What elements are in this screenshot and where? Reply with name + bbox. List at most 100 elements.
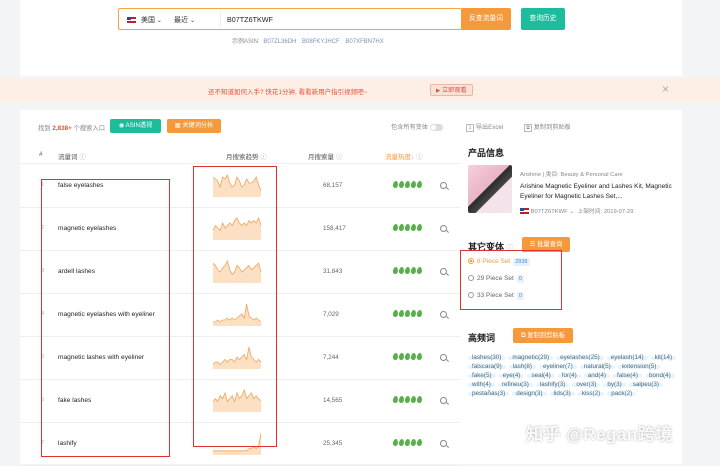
product-thumbnail[interactable]	[468, 165, 512, 213]
search-icon[interactable]	[440, 397, 447, 404]
heat-leaves	[392, 395, 423, 405]
watch-now-button[interactable]: ▶ 立即观看	[430, 84, 473, 96]
copy-freq-label: 复制到剪贴板	[527, 332, 566, 339]
help-icon: ⓘ	[335, 154, 343, 161]
col-keyword-label: 流量词	[58, 154, 78, 161]
freq-tag[interactable]: magnetic(29)	[508, 354, 554, 361]
search-bar: 美国 ⌄ 最近 ⌄ B07TZ6TKWF	[118, 8, 462, 30]
freq-tag[interactable]: fake(5)	[468, 372, 496, 379]
product-panel: ⇩ 导出Excel ⧉ 复制到剪贴板 产品信息 Arishine | 类目: B…	[460, 110, 682, 464]
search-icon[interactable]	[440, 182, 447, 189]
export-excel-button[interactable]: ⇩ 导出Excel	[466, 122, 503, 132]
search-icon[interactable]	[440, 440, 447, 447]
example-asin-link[interactable]: B08FKYJHCF	[302, 39, 340, 45]
leaf-icon	[416, 223, 423, 232]
include-variants-toggle[interactable]: 包含所有变体	[391, 122, 443, 131]
freq-tag[interactable]: pack(2)	[607, 390, 637, 397]
chevron-down-icon: ⌄	[189, 18, 195, 24]
heat-leaves	[392, 180, 423, 190]
freq-tag[interactable]: for(4)	[557, 372, 581, 379]
freq-tag[interactable]: lashes(30)	[468, 354, 506, 361]
col-heat[interactable]: 流量热度↓ ⓘ	[385, 151, 423, 161]
freq-tag[interactable]: false(4)	[612, 372, 642, 379]
sort-select[interactable]: 最近 ⌄	[174, 15, 195, 25]
search-icon[interactable]	[440, 354, 447, 361]
search-icon[interactable]	[440, 311, 447, 318]
highlight-box-keywords	[41, 179, 170, 457]
freq-tag[interactable]: falscara(9)	[468, 363, 506, 370]
freq-tag[interactable]: bond(4)	[644, 372, 675, 379]
copy-icon: ⧉	[520, 332, 526, 339]
freq-tag[interactable]: design(3)	[512, 390, 547, 397]
example-asins: 示例ASIN: B07ZL36DH B08FKYJHCF B07XFBN7HX	[232, 36, 384, 45]
reverse-query-button[interactable]: 反查流量词	[461, 8, 511, 30]
divider	[220, 11, 221, 27]
freq-tag[interactable]: eyelash(14)	[606, 354, 648, 361]
example-asin-link[interactable]: B07ZL36DH	[263, 39, 296, 45]
search-icon[interactable]	[440, 225, 447, 232]
leaf-icon	[392, 180, 399, 189]
leaf-icon	[416, 395, 423, 404]
freq-tag[interactable]: eyeliner(7)	[539, 363, 577, 370]
freq-tag[interactable]: seal(4)	[527, 372, 555, 379]
asin-insight-button[interactable]: ◉ ASIN透视	[110, 119, 161, 133]
leaf-icon	[392, 223, 399, 232]
copy-freq-button[interactable]: ⧉ 复制到剪贴板	[513, 328, 573, 343]
freq-tag[interactable]: salpeu(3)	[628, 381, 663, 388]
freq-tag[interactable]: pestañas(3)	[468, 390, 510, 397]
leaf-icon	[404, 180, 411, 189]
row-volume: 31,843	[323, 268, 343, 275]
freq-tag[interactable]: refineu(3)	[497, 381, 533, 388]
chart-icon: ▦	[174, 122, 181, 129]
freq-tag[interactable]: extension(5)	[617, 363, 661, 370]
toggle-switch[interactable]	[429, 123, 443, 131]
freq-tag[interactable]: and(4)	[583, 372, 610, 379]
col-volume-label: 月搜索量	[308, 154, 334, 161]
col-volume[interactable]: 月搜索量 ⓘ	[308, 151, 342, 161]
freq-tag[interactable]: with(4)	[468, 381, 495, 388]
guide-banner: 还不知道如何入手? 快花1分钟, 看看新用户指引视频吧~ ▶ 立即观看 ×	[0, 78, 720, 102]
col-keyword[interactable]: 流量词 ⓘ	[58, 151, 86, 161]
freq-tag[interactable]: lashify(3)	[535, 381, 570, 388]
leaf-icon	[398, 180, 405, 189]
product-name[interactable]: Arishine Magnetic Eyeliner and Lashes Ki…	[520, 182, 672, 202]
freq-tag[interactable]: over(3)	[572, 381, 601, 388]
keyword-analysis-button[interactable]: ▦ 关键词分析	[167, 119, 221, 133]
leaf-icon	[404, 395, 411, 404]
leaf-icon	[416, 309, 423, 318]
country-select[interactable]: 美国 ⌄	[127, 15, 162, 25]
freq-tag[interactable]: kiss(2)	[577, 390, 605, 397]
leaf-icon	[398, 266, 405, 275]
leaf-icon	[416, 266, 423, 275]
heat-leaves	[392, 438, 423, 448]
freq-tag[interactable]: kit(14)	[650, 354, 677, 361]
batch-query-label: 批量查询	[537, 241, 563, 248]
leaf-icon	[398, 438, 405, 447]
freq-tag[interactable]: eye(4)	[498, 372, 525, 379]
query-history-button[interactable]: 查询历史	[521, 8, 565, 30]
copy-clipboard-button[interactable]: ⧉ 复制到剪贴板	[524, 122, 571, 132]
freq-tag[interactable]: by(3)	[603, 381, 626, 388]
freq-tag[interactable]: eyelashes(25)	[556, 354, 604, 361]
leaf-icon	[416, 438, 423, 447]
example-asin-link[interactable]: B07XFBN7HX	[345, 39, 383, 45]
list-icon: ☰	[529, 241, 536, 248]
col-trend[interactable]: 月搜索趋势 ⓘ	[226, 151, 267, 161]
leaf-icon	[404, 266, 411, 275]
product-asin[interactable]: B07TZ6TKWF	[531, 209, 568, 215]
close-icon[interactable]: ×	[662, 82, 669, 96]
search-input[interactable]: B07TZ6TKWF	[227, 15, 273, 24]
keyword-table-card: 找到 2,838+ 个搜索入口 ◉ ASIN透视 ▦ 关键词分析 包含所有变体 …	[20, 110, 460, 466]
eye-icon: ◉	[118, 122, 125, 129]
banner-text: 还不知道如何入手? 快花1分钟, 看看新用户指引视频吧~	[208, 89, 368, 96]
freq-tag[interactable]: lids(3)	[549, 390, 575, 397]
leaf-icon	[392, 395, 399, 404]
date-label: 上架时间:	[577, 209, 603, 215]
freq-tag[interactable]: natural(5)	[579, 363, 615, 370]
row-volume: 158,417	[323, 225, 346, 232]
product-category: Beauty & Personal Care	[560, 172, 623, 178]
freq-tag[interactable]: lash(8)	[508, 363, 536, 370]
examples-label: 示例ASIN:	[232, 39, 260, 45]
watermark: 知乎 @Regan跨境	[526, 425, 673, 444]
search-icon[interactable]	[440, 268, 447, 275]
